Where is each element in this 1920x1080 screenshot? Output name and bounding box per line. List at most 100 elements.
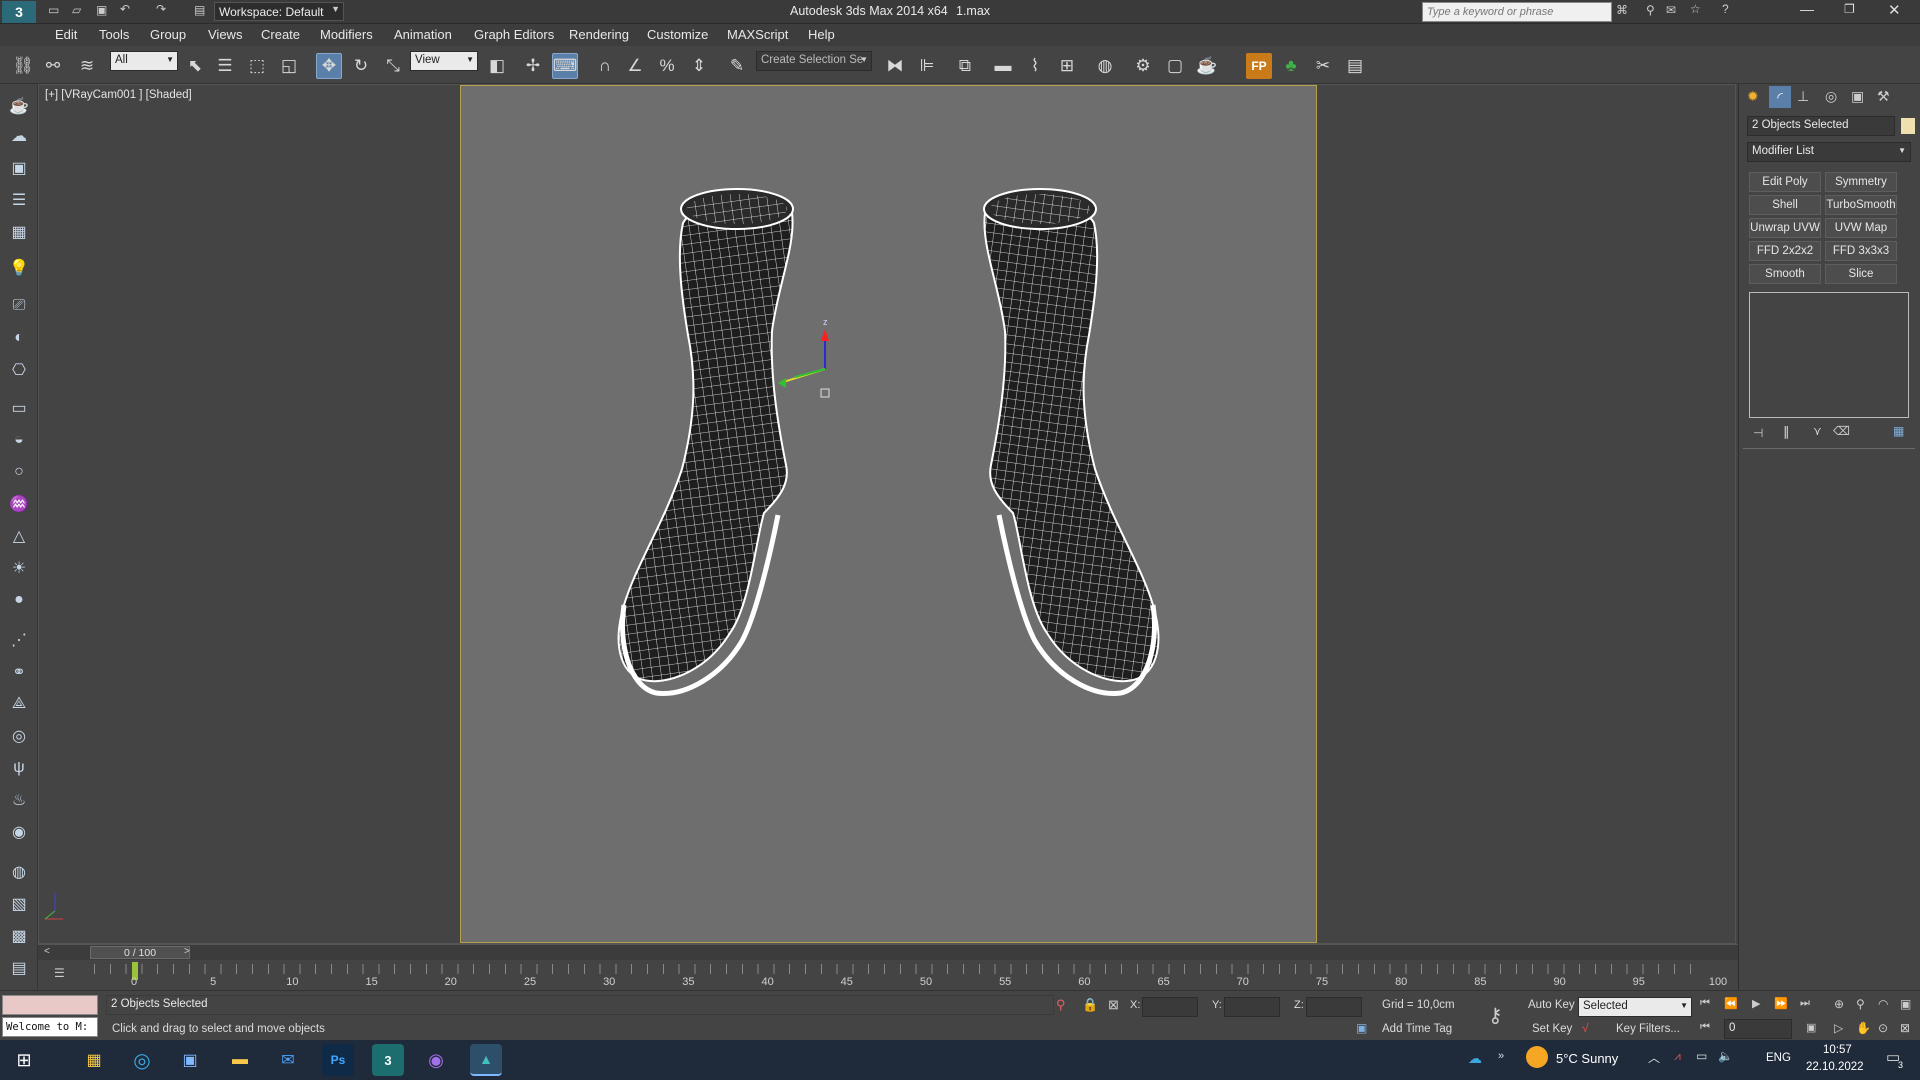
display-icon[interactable]: ▭ bbox=[1696, 1049, 1707, 1063]
curve-editor-icon[interactable]: ⌇ bbox=[1022, 53, 1048, 79]
menu-animation[interactable]: Animation bbox=[394, 27, 452, 42]
modifier-stack-list[interactable] bbox=[1749, 292, 1909, 418]
render-production-icon[interactable]: ☕ bbox=[1194, 53, 1220, 79]
select-by-name-icon[interactable]: ☰ bbox=[212, 53, 238, 79]
restore-icon[interactable]: ❐ bbox=[1844, 2, 1855, 16]
x-coordinate-input[interactable] bbox=[1142, 997, 1198, 1017]
boots-wireframe[interactable]: z bbox=[460, 85, 1317, 943]
close-icon[interactable]: ✕ bbox=[1888, 1, 1901, 19]
edit-named-selection-icon[interactable]: ✎ bbox=[724, 53, 750, 79]
redo-icon[interactable]: ↷ bbox=[156, 2, 166, 16]
add-time-tag-text[interactable]: Add Time Tag bbox=[1382, 1023, 1452, 1035]
microsoft-store-icon[interactable]: ▣ bbox=[174, 1044, 206, 1076]
menu-create[interactable]: Create bbox=[261, 27, 300, 42]
dome-light-icon[interactable]: ◒ bbox=[6, 428, 32, 452]
chevron-left-icon[interactable]: < bbox=[44, 946, 50, 957]
modifier-edit-poly-button[interactable]: Edit Poly bbox=[1749, 172, 1821, 192]
selection-filter-dropdown[interactable]: All ▼ bbox=[110, 51, 178, 71]
motion-tab-icon[interactable]: ◎ bbox=[1825, 88, 1837, 105]
select-manipulate-icon[interactable]: ✢ bbox=[520, 53, 546, 79]
modify-tab-icon[interactable]: ◜ bbox=[1769, 86, 1791, 108]
table-icon[interactable]: ▦ bbox=[6, 220, 32, 244]
clock-date[interactable]: 22.10.2022 bbox=[1806, 1061, 1864, 1073]
modifier-symmetry-button[interactable]: Symmetry bbox=[1825, 172, 1897, 192]
move-gizmo[interactable] bbox=[778, 329, 830, 398]
modifier-list-dropdown[interactable]: Modifier List ▼ bbox=[1747, 142, 1911, 162]
scale-tool-icon[interactable]: ⤡ bbox=[380, 53, 406, 79]
sphere-shading-icon[interactable]: ◉ bbox=[6, 820, 32, 844]
object-name-field[interactable]: 2 Objects Selected bbox=[1747, 116, 1895, 136]
orbit-icon[interactable]: ◠ bbox=[1878, 997, 1888, 1011]
pin-stack-icon[interactable]: ⊣ bbox=[1753, 426, 1763, 440]
rendered-frame-window-icon[interactable]: ▢ bbox=[1162, 53, 1188, 79]
key-filters-button[interactable]: Key Filters... bbox=[1616, 1023, 1680, 1035]
particles-icon[interactable]: ⋰ bbox=[6, 628, 32, 652]
scene-explorer-icon[interactable]: ▤ bbox=[1342, 53, 1368, 79]
edge-browser-icon[interactable]: ◎ bbox=[126, 1044, 158, 1076]
sun-icon[interactable]: ☀ bbox=[6, 556, 32, 580]
previous-frame-icon[interactable]: ⏪ bbox=[1724, 997, 1738, 1010]
undo-icon[interactable]: ↶ bbox=[120, 2, 130, 16]
texture-icon[interactable]: ▧ bbox=[6, 892, 32, 916]
light-bulb-icon[interactable]: 💡 bbox=[6, 256, 32, 280]
maximize-viewport-icon[interactable]: ▣ bbox=[1900, 997, 1911, 1011]
binoculars-icon[interactable]: ⌘ bbox=[1616, 3, 1628, 17]
subscription-icon[interactable]: ⚲ bbox=[1646, 3, 1655, 17]
onedrive-icon[interactable]: ☁ bbox=[1468, 1050, 1482, 1067]
menu-views[interactable]: Views bbox=[208, 27, 242, 42]
spinner-snap-icon[interactable]: ⇕ bbox=[686, 53, 712, 79]
file-explorer-icon[interactable]: ▦ bbox=[78, 1044, 110, 1076]
project-folder-icon[interactable]: ▤ bbox=[194, 3, 205, 17]
fp-plugin-icon[interactable]: FP bbox=[1246, 53, 1272, 79]
absolute-mode-icon[interactable]: ⊠ bbox=[1108, 997, 1119, 1013]
go-to-end-icon[interactable]: ⏭ bbox=[1800, 997, 1810, 1010]
field-of-view-icon[interactable]: ▷ bbox=[1834, 1021, 1843, 1035]
render-setup-icon[interactable]: ⚙ bbox=[1130, 53, 1156, 79]
help-icon[interactable]: ? bbox=[1722, 2, 1729, 16]
modifier-ffd-3x3x3-button[interactable]: FFD 3x3x3 bbox=[1825, 241, 1897, 261]
default-in-out-tangent-icon[interactable]: √ bbox=[1582, 1021, 1589, 1035]
grass-icon[interactable]: ψ bbox=[6, 756, 32, 780]
current-frame-input[interactable]: 0 bbox=[1724, 1019, 1792, 1039]
volume-icon[interactable]: 🔈 bbox=[1718, 1049, 1733, 1063]
search-input[interactable]: Type a keyword or phrase bbox=[1422, 2, 1612, 22]
windows-start-icon[interactable]: ⊞ bbox=[8, 1044, 40, 1076]
viewport-label[interactable]: [+] [VRayCam001 ] [Shaded] bbox=[45, 89, 192, 101]
sphere-light-icon[interactable]: ◐ bbox=[6, 326, 32, 350]
configure-modifier-sets-icon[interactable]: ▦ bbox=[1893, 424, 1904, 438]
network-icon[interactable]: ⩘ bbox=[1674, 1049, 1681, 1064]
cone-icon[interactable]: △ bbox=[6, 524, 32, 548]
menu-edit[interactable]: Edit bbox=[55, 27, 77, 42]
right-boot[interactable] bbox=[983, 188, 1160, 696]
modifier-uvw-map-button[interactable]: UVW Map bbox=[1825, 218, 1897, 238]
auto-key-button[interactable]: Auto Key bbox=[1528, 999, 1575, 1011]
chevron-up-icon[interactable]: ︿ bbox=[1648, 1049, 1660, 1066]
maxscript-listener-bottom[interactable]: Welcome to M: bbox=[2, 1017, 98, 1037]
presentation-icon[interactable]: ▩ bbox=[6, 924, 32, 948]
key-icon[interactable]: ⚷ bbox=[1488, 1003, 1503, 1028]
modifier-ffd-2x2x2-button[interactable]: FFD 2x2x2 bbox=[1749, 241, 1821, 261]
reference-coordinate-dropdown[interactable]: View ▼ bbox=[410, 51, 478, 71]
minimize-icon[interactable]: — bbox=[1800, 1, 1814, 17]
left-boot[interactable] bbox=[617, 188, 794, 696]
teapot-icon[interactable]: ☕ bbox=[6, 94, 32, 118]
forest-plugin-icon[interactable]: ♣ bbox=[1278, 53, 1304, 79]
display-tab-icon[interactable]: ▣ bbox=[1851, 88, 1864, 105]
walk-through-icon[interactable]: ⊙ bbox=[1878, 1021, 1888, 1035]
track-bar-icon[interactable]: ☰ bbox=[54, 966, 65, 980]
select-object-icon[interactable]: ⬉ bbox=[182, 53, 208, 79]
globe-icon[interactable]: ◎ bbox=[6, 724, 32, 748]
play-icon[interactable]: ▶ bbox=[1752, 997, 1760, 1010]
plane-icon[interactable]: ▭ bbox=[6, 396, 32, 420]
modifier-slice-button[interactable]: Slice bbox=[1825, 264, 1897, 284]
menu-group[interactable]: Group bbox=[150, 27, 186, 42]
utilities-tab-icon[interactable]: ⚒ bbox=[1877, 88, 1890, 105]
3ds-max-app-icon[interactable]: 3 bbox=[372, 1044, 404, 1076]
menu-customize[interactable]: Customize bbox=[647, 27, 708, 42]
pivot-center-icon[interactable]: ◧ bbox=[484, 53, 510, 79]
snaps-toggle-icon[interactable]: ∩ bbox=[592, 53, 618, 79]
list-icon[interactable]: ☰ bbox=[6, 188, 32, 212]
region-zoom-icon[interactable]: ⊠ bbox=[1900, 1021, 1910, 1035]
viber-icon[interactable]: ◉ bbox=[420, 1044, 452, 1076]
clock-time[interactable]: 10:57 bbox=[1823, 1044, 1852, 1056]
